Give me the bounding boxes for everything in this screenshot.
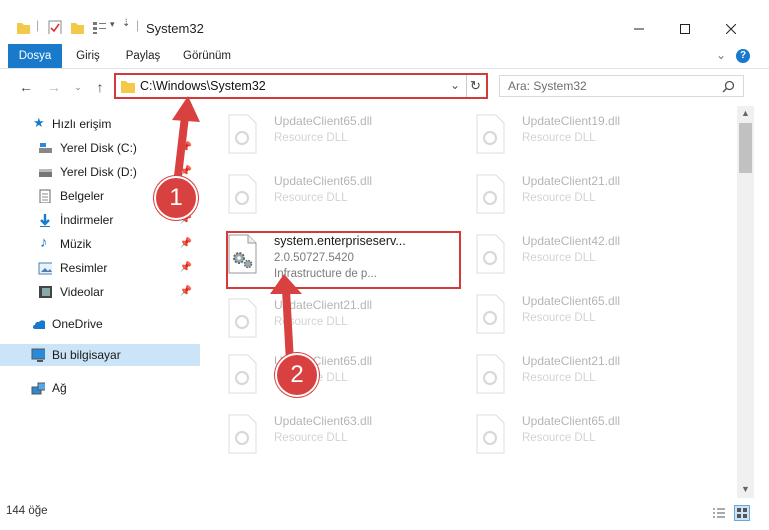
help-icon[interactable]: ? xyxy=(736,49,750,63)
computer-icon xyxy=(31,348,45,362)
search-input[interactable]: Ara: System32 xyxy=(508,79,587,93)
item-count: 144 öğe xyxy=(6,505,48,517)
window-title: System32 xyxy=(146,21,204,36)
separator: | xyxy=(36,18,40,32)
scroll-up-icon[interactable]: ▲ xyxy=(741,108,750,118)
file-item[interactable]: UpdateClient21.dll Resource DLL xyxy=(452,170,692,226)
ribbon-tabs: Dosya Giriş Paylaş Görünüm ⌄ ? xyxy=(0,44,769,69)
cloud-icon xyxy=(33,320,45,329)
details-view-icon[interactable] xyxy=(712,507,726,519)
file-item[interactable]: UpdateClient19.dll Resource DLL xyxy=(452,110,692,166)
pictures-icon xyxy=(38,262,52,275)
tab-view[interactable]: Görünüm xyxy=(176,44,238,68)
forward-arrow-icon: → xyxy=(47,79,61,95)
dll-file-icon xyxy=(476,414,505,454)
properties-icon[interactable] xyxy=(48,20,62,34)
annotation-arrows xyxy=(170,96,302,366)
close-button[interactable] xyxy=(708,14,754,44)
drive-icon xyxy=(39,143,52,153)
tab-file[interactable]: Dosya xyxy=(8,44,62,68)
new-folder-icon[interactable] xyxy=(70,20,84,34)
address-dropdown-icon[interactable]: ⌄ xyxy=(450,78,460,92)
up-button[interactable]: ↑ xyxy=(92,78,108,96)
folder-icon xyxy=(121,81,135,93)
maximize-button[interactable] xyxy=(662,14,708,44)
arrow-2-head xyxy=(270,274,302,294)
navigation-bar: ← → ⌄ ↑ C:\Windows\System32 ⌄ ↻ Ara: Sys… xyxy=(0,70,769,104)
video-icon xyxy=(39,286,52,298)
tab-share[interactable]: Paylaş xyxy=(116,44,170,68)
refresh-icon[interactable]: ↻ xyxy=(470,78,481,94)
dll-file-icon xyxy=(476,354,505,394)
file-item[interactable]: UpdateClient65.dll Resource DLL xyxy=(452,290,692,346)
file-item[interactable]: UpdateClient63.dll Resource DLL xyxy=(204,410,444,466)
chevron-down-icon: ⌄ xyxy=(74,82,82,92)
minimize-icon xyxy=(634,28,644,30)
expand-ribbon-icon[interactable]: ⌄ xyxy=(716,48,726,62)
up-arrow-icon: ↑ xyxy=(96,79,104,95)
forward-button[interactable]: → xyxy=(46,78,62,96)
minimize-button[interactable] xyxy=(616,14,662,44)
arrow-1-head xyxy=(172,96,200,122)
file-item[interactable]: UpdateClient42.dll Resource DLL xyxy=(452,230,692,286)
documents-icon xyxy=(39,189,51,203)
tab-home[interactable]: Giriş xyxy=(66,44,110,68)
maximize-icon xyxy=(680,24,690,34)
dll-file-icon xyxy=(476,114,505,154)
title-bar: | ▾ ⇣ | System32 xyxy=(0,0,769,44)
scroll-thumb[interactable] xyxy=(739,123,752,173)
music-icon: ♪ xyxy=(40,234,48,251)
file-item[interactable]: UpdateClient65.dll Resource DLL xyxy=(452,410,692,466)
large-icons-view-icon[interactable] xyxy=(734,505,750,521)
dll-file-icon xyxy=(476,294,505,334)
scroll-down-icon[interactable]: ▼ xyxy=(741,484,750,494)
step-2-badge: 2 xyxy=(275,353,319,397)
customize-toolbar-icon[interactable]: ⇣ xyxy=(122,18,130,29)
step-1-badge: 1 xyxy=(154,176,198,220)
view-options-icon[interactable] xyxy=(92,20,106,34)
dll-file-icon xyxy=(476,174,505,214)
drive-icon xyxy=(39,169,52,177)
recent-locations-button[interactable]: ⌄ xyxy=(70,78,86,96)
file-item[interactable]: UpdateClient21.dll Resource DLL xyxy=(452,350,692,406)
separator: | xyxy=(136,18,140,32)
download-icon xyxy=(40,214,50,227)
folder-icon xyxy=(17,23,30,34)
back-button[interactable]: ← xyxy=(18,78,34,96)
dropdown-arrow-icon[interactable]: ▾ xyxy=(110,19,115,30)
search-box[interactable]: Ara: System32 xyxy=(499,75,744,97)
dll-file-icon xyxy=(476,234,505,274)
search-icon[interactable] xyxy=(722,80,735,93)
network-icon xyxy=(31,382,45,395)
star-icon: ★ xyxy=(33,115,45,130)
arrow-2-shaft xyxy=(282,286,294,366)
divider xyxy=(466,75,467,97)
close-icon xyxy=(726,24,736,34)
back-arrow-icon: ← xyxy=(19,79,33,95)
vertical-scrollbar[interactable]: ▲ ▼ xyxy=(737,106,754,498)
status-bar: 144 öğe xyxy=(0,498,769,530)
dll-file-icon xyxy=(228,414,257,454)
